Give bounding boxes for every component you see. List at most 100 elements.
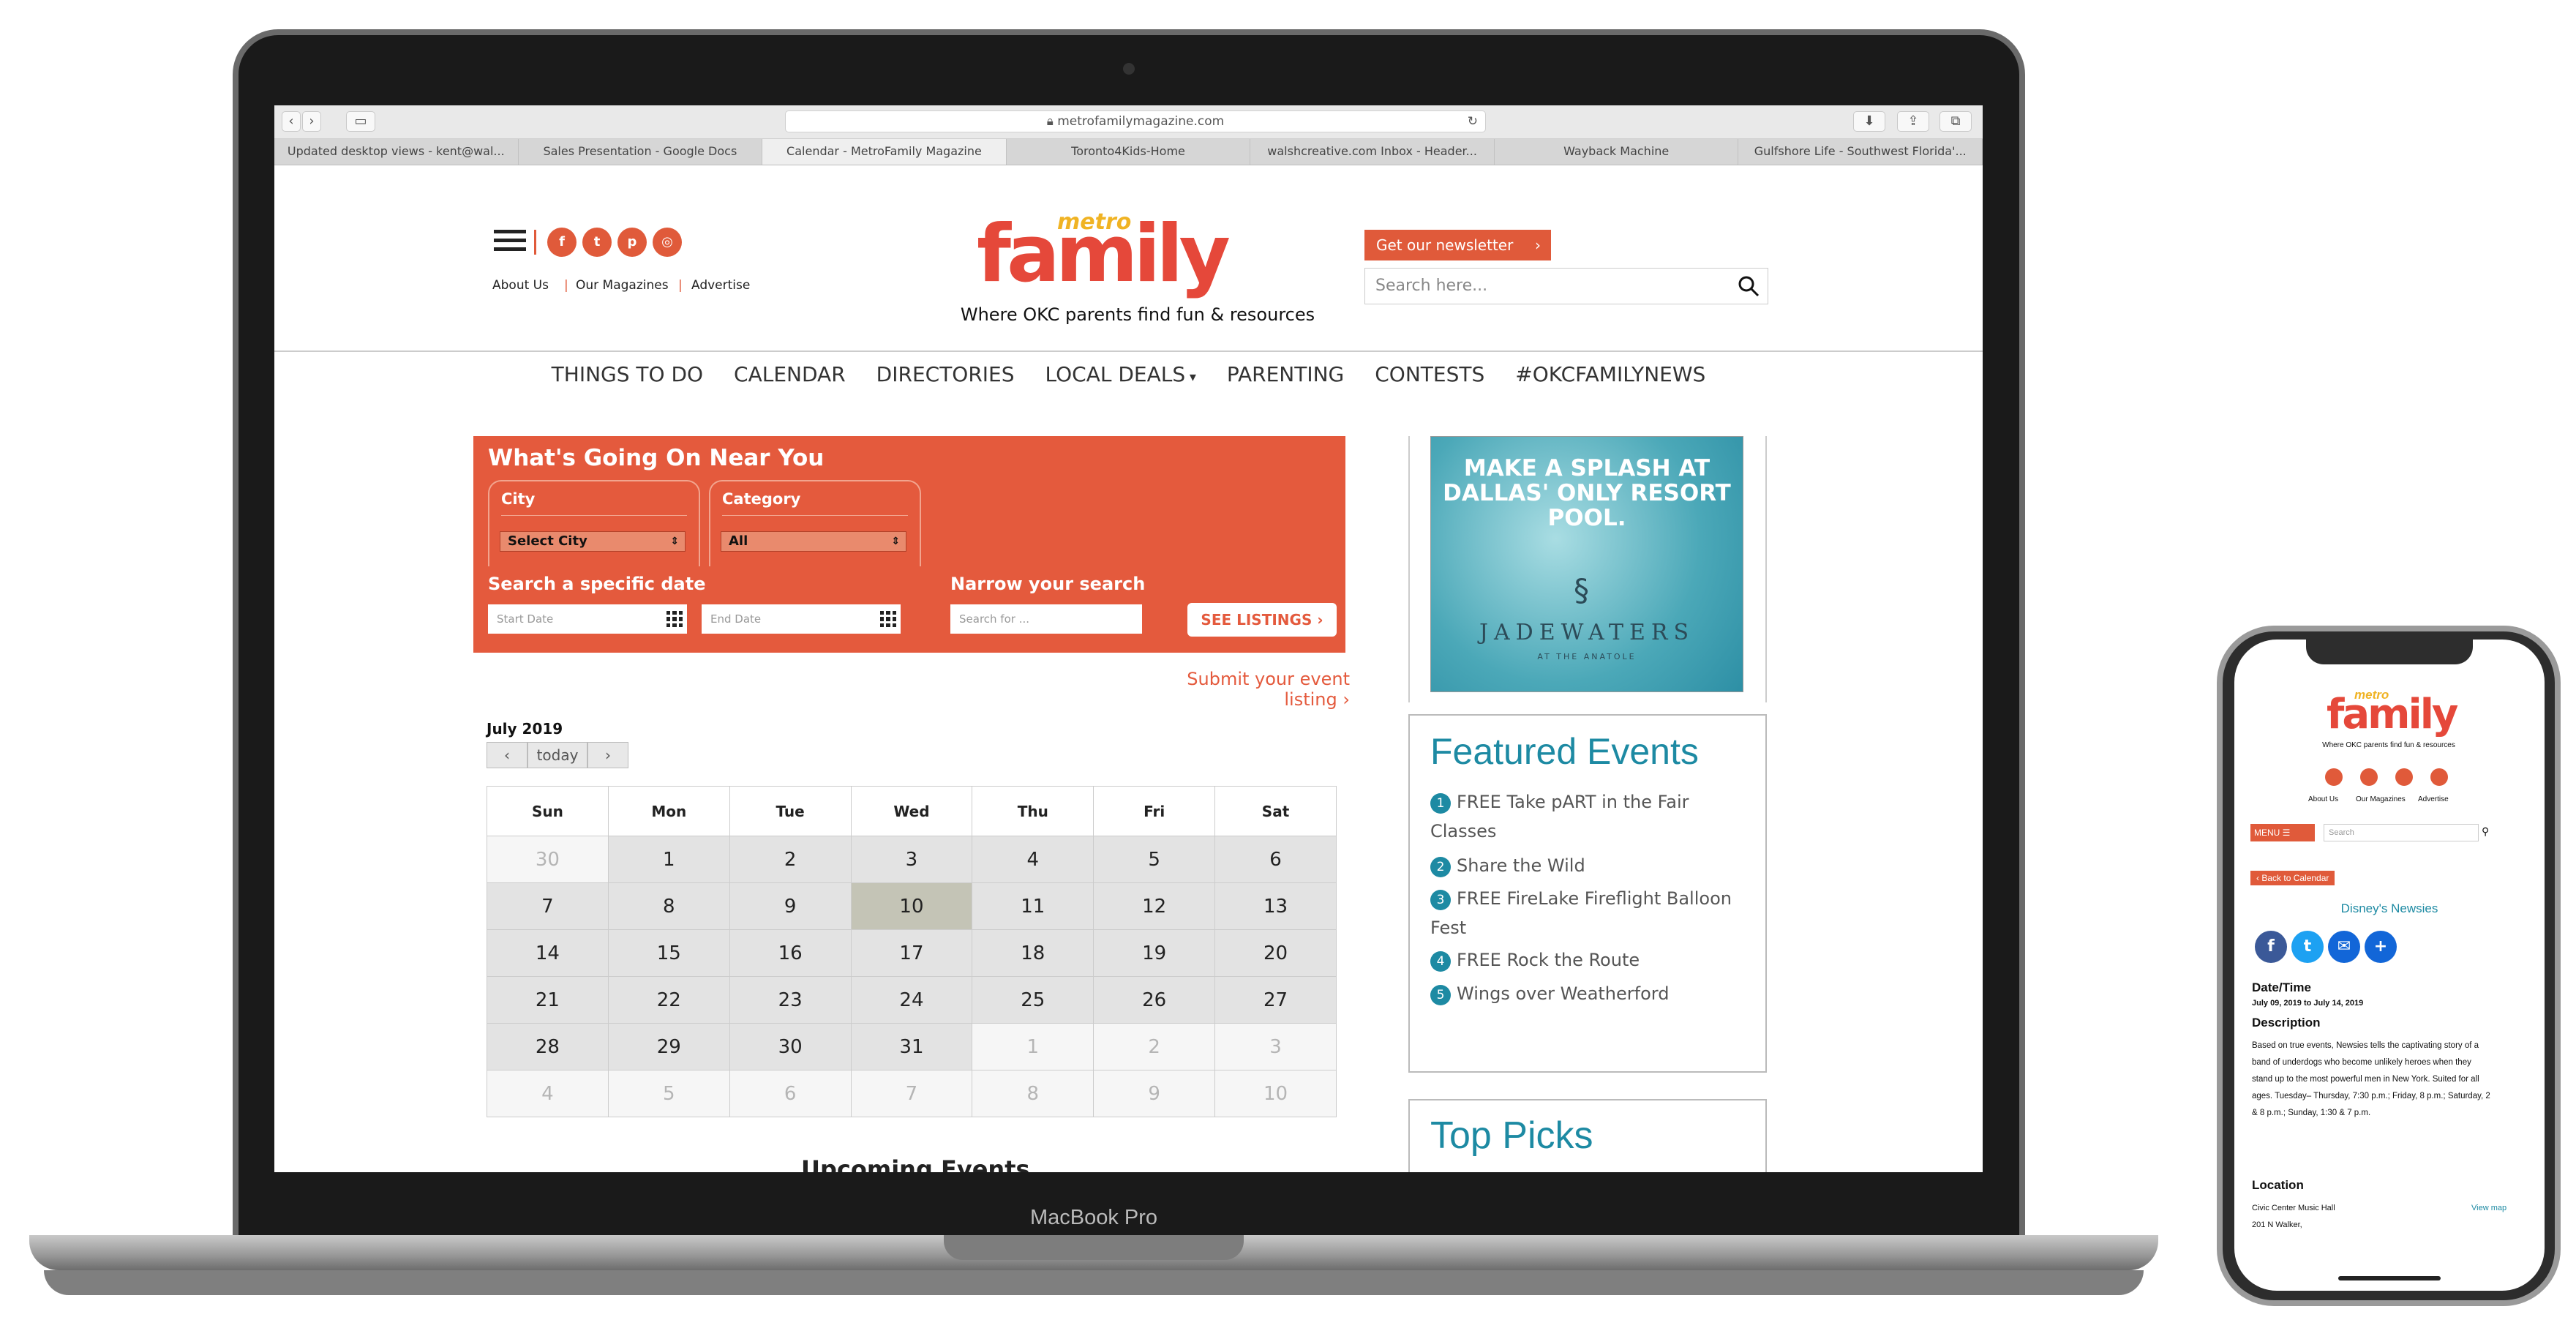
calendar-day[interactable]: 16 bbox=[729, 929, 852, 977]
share-icon[interactable]: ⇪ bbox=[1897, 111, 1929, 132]
forward-icon[interactable]: › bbox=[302, 111, 321, 132]
browser-tab[interactable]: Wayback Machine bbox=[1495, 139, 1739, 165]
calendar-grid-icon[interactable] bbox=[880, 611, 896, 627]
phone-menu-button[interactable]: MENU ☰ bbox=[2250, 824, 2315, 841]
calendar-day[interactable]: 12 bbox=[1093, 882, 1216, 930]
calendar-day[interactable]: 19 bbox=[1093, 929, 1216, 977]
phone-email-share-icon[interactable]: ✉ bbox=[2328, 931, 2360, 963]
calendar-day[interactable]: 17 bbox=[850, 929, 973, 977]
calendar-day[interactable]: 23 bbox=[729, 976, 852, 1024]
facebook-icon[interactable]: f bbox=[547, 228, 577, 257]
city-select[interactable]: Select City ⇕ bbox=[500, 531, 686, 552]
jadewaters-ad[interactable]: MAKE A SPLASH AT DALLAS' ONLY RESORT POO… bbox=[1430, 436, 1743, 692]
calendar-day[interactable]: 14 bbox=[487, 929, 609, 977]
calendar-day[interactable]: 7 bbox=[487, 882, 609, 930]
instagram-icon[interactable] bbox=[2430, 768, 2448, 786]
phone-logo-family[interactable]: family bbox=[2327, 691, 2458, 738]
calendar-day[interactable]: 6 bbox=[729, 1070, 852, 1117]
browser-tab[interactable]: Sales Presentation - Google Docs bbox=[519, 139, 763, 165]
instagram-icon[interactable]: ◎ bbox=[653, 228, 682, 257]
submit-event-link[interactable]: Submit your event listing › bbox=[1130, 669, 1350, 710]
phone-about-link[interactable]: About Us bbox=[2308, 795, 2338, 803]
phone-advertise-link[interactable]: Advertise bbox=[2418, 795, 2449, 803]
start-date-input[interactable]: Start Date bbox=[488, 604, 687, 634]
twitter-icon[interactable] bbox=[2360, 768, 2378, 786]
calendar-day[interactable]: 30 bbox=[487, 836, 609, 883]
tabs-overview-icon[interactable]: ⧉ bbox=[1939, 111, 1972, 132]
calendar-day[interactable]: 5 bbox=[607, 1070, 730, 1117]
phone-view-map-link[interactable]: View map bbox=[2471, 1204, 2506, 1212]
calendar-day[interactable]: 10 bbox=[850, 882, 973, 930]
calendar-day[interactable]: 2 bbox=[1093, 1023, 1216, 1070]
calendar-day[interactable]: 8 bbox=[972, 1070, 1094, 1117]
reload-icon[interactable]: ↻ bbox=[1468, 111, 1478, 132]
phone-search-icon[interactable]: ⚲ bbox=[2482, 825, 2489, 838]
calendar-day[interactable]: 28 bbox=[487, 1023, 609, 1070]
today-button[interactable]: today bbox=[527, 742, 587, 768]
calendar-day[interactable]: 15 bbox=[607, 929, 730, 977]
phone-magazines-link[interactable]: Our Magazines bbox=[2356, 795, 2406, 803]
hamburger-menu-icon[interactable] bbox=[494, 230, 526, 255]
browser-tab[interactable]: Gulfshore Life - Southwest Florida'... bbox=[1738, 139, 1983, 165]
nav-item[interactable]: CALENDAR bbox=[718, 352, 861, 397]
phone-facebook-share-icon[interactable]: f bbox=[2255, 931, 2287, 963]
calendar-day[interactable]: 11 bbox=[972, 882, 1094, 930]
url-bar[interactable]: 🔒︎ metrofamilymagazine.com ↻ bbox=[785, 110, 1486, 132]
back-icon[interactable]: ‹ bbox=[282, 111, 301, 132]
calendar-day[interactable]: 21 bbox=[487, 976, 609, 1024]
calendar-day[interactable]: 20 bbox=[1214, 929, 1337, 977]
nav-item[interactable]: CONTESTS bbox=[1359, 352, 1500, 397]
featured-event-item[interactable]: 3 FREE FireLake Fireflight Balloon Fest bbox=[1430, 884, 1752, 942]
calendar-day[interactable]: 7 bbox=[850, 1070, 973, 1117]
sidebar-icon[interactable]: ▭ bbox=[346, 111, 375, 132]
calendar-day[interactable]: 31 bbox=[850, 1023, 973, 1070]
pinterest-icon[interactable] bbox=[2395, 768, 2413, 786]
calendar-day[interactable]: 10 bbox=[1214, 1070, 1337, 1117]
advertise-link[interactable]: Advertise bbox=[691, 278, 750, 293]
calendar-day[interactable]: 3 bbox=[1214, 1023, 1337, 1070]
calendar-day[interactable]: 5 bbox=[1093, 836, 1216, 883]
see-listings-button[interactable]: SEE LISTINGS › bbox=[1187, 603, 1337, 637]
browser-tab[interactable]: Updated desktop views - kent@wal... bbox=[274, 139, 519, 165]
nav-item[interactable]: PARENTING bbox=[1212, 352, 1359, 397]
calendar-day[interactable]: 27 bbox=[1214, 976, 1337, 1024]
calendar-day[interactable]: 2 bbox=[729, 836, 852, 883]
calendar-day[interactable]: 3 bbox=[850, 836, 973, 883]
featured-event-item[interactable]: 2 Share the Wild bbox=[1430, 851, 1752, 880]
nav-item[interactable]: DIRECTORIES bbox=[861, 352, 1030, 397]
featured-event-item[interactable]: 4 FREE Rock the Route bbox=[1430, 945, 1752, 975]
next-month-button[interactable]: › bbox=[587, 742, 628, 768]
logo-family[interactable]: family bbox=[977, 215, 1231, 294]
calendar-day[interactable]: 8 bbox=[607, 882, 730, 930]
category-select[interactable]: All ⇕ bbox=[721, 531, 906, 552]
twitter-icon[interactable]: t bbox=[582, 228, 612, 257]
calendar-day[interactable]: 18 bbox=[972, 929, 1094, 977]
our-magazines-link[interactable]: Our Magazines bbox=[576, 278, 669, 293]
calendar-day[interactable]: 4 bbox=[972, 836, 1094, 883]
featured-event-item[interactable]: 5 Wings over Weatherford bbox=[1430, 979, 1752, 1008]
search-input[interactable]: Search here... bbox=[1364, 268, 1768, 304]
pinterest-icon[interactable]: p bbox=[617, 228, 647, 257]
calendar-day[interactable]: 30 bbox=[729, 1023, 852, 1070]
calendar-day[interactable]: 29 bbox=[607, 1023, 730, 1070]
calendar-day[interactable]: 24 bbox=[850, 976, 973, 1024]
phone-search-input[interactable]: Search bbox=[2324, 824, 2479, 841]
calendar-grid-icon[interactable] bbox=[666, 611, 683, 627]
calendar-day[interactable]: 9 bbox=[1093, 1070, 1216, 1117]
about-us-link[interactable]: About Us bbox=[492, 278, 549, 293]
nav-item[interactable]: THINGS TO DO bbox=[536, 352, 718, 397]
calendar-day[interactable]: 26 bbox=[1093, 976, 1216, 1024]
calendar-day[interactable]: 6 bbox=[1214, 836, 1337, 883]
search-icon[interactable] bbox=[1738, 275, 1760, 297]
keyword-search-input[interactable]: Search for ... bbox=[950, 604, 1142, 634]
phone-twitter-share-icon[interactable]: t bbox=[2291, 931, 2324, 963]
calendar-day[interactable]: 1 bbox=[972, 1023, 1094, 1070]
prev-month-button[interactable]: ‹ bbox=[487, 742, 527, 768]
calendar-day[interactable]: 22 bbox=[607, 976, 730, 1024]
browser-tab[interactable]: Toronto4Kids-Home bbox=[1007, 139, 1251, 165]
calendar-day[interactable]: 13 bbox=[1214, 882, 1337, 930]
facebook-icon[interactable] bbox=[2325, 768, 2343, 786]
browser-tab[interactable]: walshcreative.com Inbox - Header... bbox=[1250, 139, 1495, 165]
phone-back-button[interactable]: ‹ Back to Calendar bbox=[2250, 871, 2335, 885]
nav-item[interactable]: #OKCFAMILYNEWS bbox=[1500, 352, 1721, 397]
